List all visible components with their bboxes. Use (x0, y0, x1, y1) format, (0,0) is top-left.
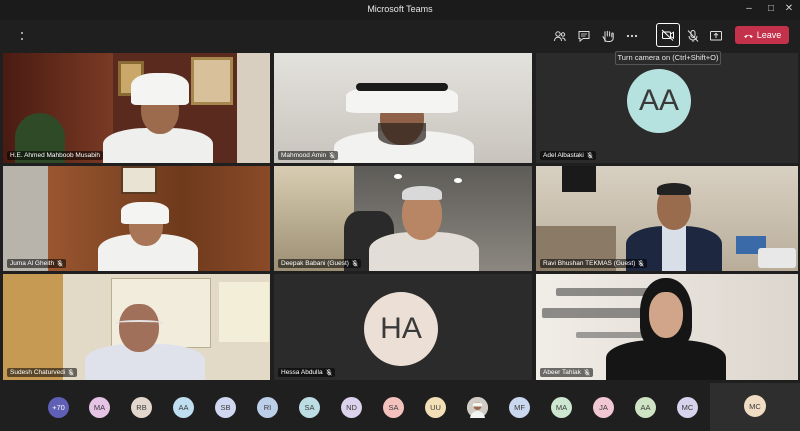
meeting-toolbar: Leave (0, 20, 800, 50)
more-options-icon[interactable] (622, 27, 642, 45)
person-head (119, 304, 159, 352)
mic-off-icon (352, 260, 358, 267)
shirt (662, 226, 686, 271)
video-tile-abeer-tahlak[interactable]: Abeer Tahlak (536, 274, 798, 380)
participant-name: Hessa Abdulla (278, 368, 335, 377)
participant-name: Juma Al Gheith (7, 259, 67, 268)
mic-off-icon (325, 369, 332, 376)
window-title: Microsoft Teams (367, 4, 433, 14)
participant-avatar[interactable]: SA (299, 397, 320, 418)
participant-avatar[interactable]: ND (341, 397, 362, 418)
tv-screen (562, 166, 596, 192)
camera-off-icon (661, 29, 674, 41)
leave-label: Leave (756, 30, 782, 40)
wall-panel (237, 53, 270, 163)
beard (378, 123, 426, 145)
more-vertical-icon[interactable] (12, 27, 32, 45)
participant-avatar[interactable]: MC (677, 397, 698, 418)
avatar-tile-adel-albastaki[interactable]: AA Adel Albastaki (536, 53, 798, 163)
ghutra (131, 73, 189, 105)
avatar: HA (364, 292, 438, 366)
video-tile-ahmed-mahboob-musabih[interactable]: H.E. Ahmed Mahboob Musabih (3, 53, 270, 163)
mic-off-icon (68, 369, 74, 376)
participant-name: Abeer Tahlak (540, 368, 593, 377)
participant-avatar[interactable]: MA (551, 397, 572, 418)
ceiling-light (394, 174, 402, 179)
mic-off-icon (329, 152, 335, 159)
ghutra (121, 202, 169, 224)
person-head (649, 292, 683, 338)
participant-name: Ravi Bhushan TEKMAS (Guest) (540, 259, 648, 268)
mic-off-icon (638, 260, 645, 267)
participant-avatar[interactable]: AA (173, 397, 194, 418)
participant-avatar[interactable]: SA (383, 397, 404, 418)
share-screen-icon[interactable] (706, 27, 726, 45)
video-tile-deepak-babani[interactable]: Deepak Babani (Guest) (274, 166, 532, 271)
participant-avatar[interactable]: AA (635, 397, 656, 418)
wall-calligraphy (576, 332, 646, 338)
paper-chart (219, 282, 269, 342)
participant-photo-avatar[interactable] (467, 397, 488, 418)
raise-hand-icon[interactable] (598, 27, 618, 45)
mic-off-icon (587, 152, 593, 159)
title-bar: Microsoft Teams – □ ✕ (0, 0, 800, 20)
close-icon[interactable]: ✕ (781, 2, 797, 16)
headset (115, 320, 163, 326)
participant-name: Deepak Babani (Guest) (278, 259, 361, 268)
mic-off-icon (57, 260, 63, 267)
participant-avatar[interactable]: MA (89, 397, 110, 418)
video-tile-mahmood-amin[interactable]: Mahmood Amin (274, 53, 532, 163)
maximize-icon[interactable]: □ (763, 2, 779, 16)
participant-name: Adel Albastaki (540, 151, 596, 160)
participant-avatar[interactable]: RB (131, 397, 152, 418)
participant-avatar[interactable]: SB (215, 397, 236, 418)
portrait-frame (191, 57, 233, 105)
camera-toggle-button[interactable] (656, 23, 680, 47)
chat-icon[interactable] (574, 27, 594, 45)
participant-strip: +70 MA RB AA SB RI SA ND SA UU MF MA JA AA MC MC (0, 383, 800, 431)
avatar: AA (627, 69, 691, 133)
participant-avatar[interactable]: MF (509, 397, 530, 418)
leave-button[interactable]: Leave (735, 26, 789, 44)
phone-hangup-icon (743, 34, 753, 38)
participant-name: H.E. Ahmed Mahboob Musabih (7, 151, 103, 160)
wood-door (3, 274, 63, 380)
desk-phone (758, 248, 796, 268)
agal (356, 83, 448, 91)
video-tile-sudesh-chaturvedi[interactable]: Sudesh Chaturvedi (3, 274, 270, 380)
video-tile-ravi-bhushan[interactable]: Ravi Bhushan TEKMAS (Guest) (536, 166, 798, 271)
mic-off-icon (584, 369, 590, 376)
self-preview[interactable]: MC (710, 383, 800, 431)
microphone-icon[interactable] (683, 27, 703, 45)
bookshelf (274, 166, 354, 271)
self-avatar: MC (744, 395, 766, 417)
ceiling-light (454, 178, 462, 183)
video-tile-juma-al-gheith[interactable]: Juma Al Gheith (3, 166, 270, 271)
camera-tooltip: Turn camera on (Ctrl+Shift+O) (615, 51, 721, 65)
avatar-tile-hessa-abdulla[interactable]: HA Hessa Abdulla (274, 274, 532, 380)
minimize-icon[interactable]: – (741, 2, 757, 16)
participant-name: Mahmood Amin (278, 151, 339, 160)
teams-meeting-window: Microsoft Teams – □ ✕ Leave Turn camera … (0, 0, 800, 431)
participant-avatar[interactable]: JA (593, 397, 614, 418)
participant-avatar[interactable]: UU (425, 397, 446, 418)
hair (657, 183, 691, 195)
hair (402, 186, 442, 200)
wall-panel (3, 166, 48, 271)
participants-icon[interactable] (550, 27, 570, 45)
more-participants-badge[interactable]: +70 (48, 397, 69, 418)
participant-avatar[interactable]: RI (257, 397, 278, 418)
participant-name: Sudesh Chaturvedi (7, 368, 78, 377)
frame (121, 166, 157, 194)
